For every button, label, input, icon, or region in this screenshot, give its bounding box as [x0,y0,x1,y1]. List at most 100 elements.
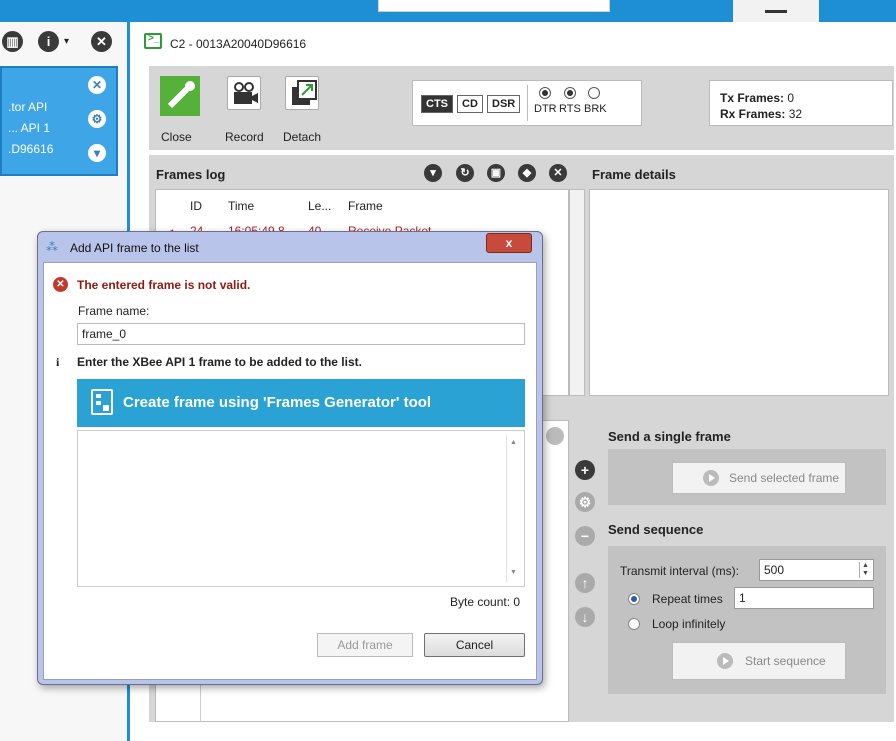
add-frame-icon[interactable]: + [575,460,595,480]
app-icon: ⁂ [46,240,58,254]
serial-signals-panel: CTS CD DSR DTR RTS BRK [412,80,642,126]
frame-name-label: Frame name: [78,304,150,318]
rx-frames-value: 32 [788,107,803,121]
frames-generator-button[interactable]: Create frame using 'Frames Generator' to… [77,379,525,427]
remove-frame-icon[interactable]: − [575,526,595,546]
column-header-length[interactable]: Le... [308,199,331,213]
start-sequence-label: Start sequence [745,654,826,668]
disconnect-device-icon[interactable]: ✕ [88,76,106,94]
chevron-down-icon[interactable]: ▾ [64,36,69,47]
info-icon: i [56,355,60,369]
error-icon: ✕ [53,277,68,292]
tx-frames-label: Tx Frames: [720,91,785,105]
start-sequence-button[interactable]: Start sequence [672,642,846,680]
send-sequence-panel: Transmit interval (ms): 500 ▲ ▼ Repeat ti… [608,546,886,694]
filter-icon[interactable]: ▾ [424,164,442,182]
close-icon[interactable]: x [486,233,532,253]
byte-count: Byte count: 0 [450,595,521,609]
plug-icon [167,81,195,109]
brk-toggle[interactable] [588,87,600,99]
repeat-times-radio[interactable] [628,593,640,605]
tx-frames-value: 0 [787,91,795,105]
repeat-times-label: Repeat times [652,592,723,606]
close-label: Close [161,130,192,144]
cancel-button[interactable]: Cancel [424,633,525,657]
refresh-icon[interactable]: ↻ [456,164,474,182]
column-header-frame[interactable]: Frame [348,199,383,213]
dsr-indicator: DSR [487,95,521,113]
info-icon[interactable]: i [38,31,59,52]
console-title: C2 - 0013A20040D96616 [170,37,307,51]
cts-indicator: CTS [421,95,453,113]
cd-indicator: CD [457,95,483,113]
move-up-icon[interactable]: ↑ [575,573,595,593]
brk-label: BRK [584,103,607,115]
move-down-icon[interactable]: ↓ [575,607,595,627]
clear-log-icon[interactable]: ✕ [549,164,567,182]
save-icon[interactable]: ▣ [487,164,505,182]
rts-toggle[interactable] [564,87,576,99]
scroll-up-icon[interactable]: ▲ [510,439,517,446]
console-icon: >_ [144,33,162,49]
send-selected-frame-label: Send selected frame [729,471,840,485]
edit-frame-icon[interactable]: ⚙ [575,492,595,512]
scroll-down-icon[interactable]: ▼ [510,569,517,576]
repeat-times-value: 1 [739,591,746,605]
column-header-id[interactable]: ID [190,199,202,213]
device-settings-icon[interactable]: ⚙ [88,110,106,128]
lock-icon[interactable]: ◆ [518,164,536,182]
add-frame-button[interactable]: Add frame [317,633,413,657]
transmit-interval-input[interactable]: 500 ▲ ▼ [759,559,874,581]
header-active-tab[interactable] [733,0,819,22]
frame-counters: Tx Frames: 0 Rx Frames: 32 [709,80,893,126]
remove-device-icon[interactable]: ✕ [91,31,112,52]
add-api-frame-dialog: ⁂ Add API frame to the list x ✕ The ente… [37,231,543,685]
send-single-frame-title: Send a single frame [608,429,731,444]
active-tab-indicator [765,10,787,13]
column-header-time[interactable]: Time [228,199,254,213]
dtr-toggle[interactable] [539,87,551,99]
dialog-title: Add API frame to the list [70,241,199,255]
frames-log-scrollbar[interactable] [569,189,585,396]
record-button[interactable] [227,76,261,110]
frame-details-title: Frame details [592,167,676,182]
frames-generator-icon [91,389,113,415]
loop-infinitely-radio[interactable] [628,618,640,630]
device-address: .D96616 [8,142,54,156]
rts-label: RTS [559,103,581,115]
device-api-mode: ... API 1 [8,121,51,135]
clear-list-icon[interactable] [546,427,564,445]
send-selected-frame-button[interactable]: Send selected frame [672,462,846,494]
send-sequence-title: Send sequence [608,522,704,537]
frame-textarea-scrollbar[interactable]: ▲ ▼ [506,435,520,582]
transmit-interval-label: Transmit interval (ms): [620,564,739,578]
error-message: The entered frame is not valid. [77,278,251,292]
dialog-titlebar[interactable]: ⁂ Add API frame to the list x [38,232,542,262]
rx-frames-label: Rx Frames: [720,107,786,121]
device-protocol: .tor API [8,100,48,114]
interval-spinner[interactable]: ▲ ▼ [859,562,871,578]
detach-button[interactable] [285,76,319,110]
repeat-times-input[interactable]: 1 [734,587,874,609]
device-details-icon[interactable]: ▾ [88,144,106,162]
detach-window-icon [292,80,317,105]
close-connection-button[interactable] [160,76,200,116]
header-search-field[interactable] [378,0,610,12]
play-icon [717,653,733,669]
frame-name-input[interactable]: frame_0 [77,323,525,345]
signals-divider [527,85,528,121]
video-camera-icon [234,82,258,104]
frame-bytes-textarea[interactable]: ▲ ▼ [77,430,525,587]
top-header-bar [0,0,896,22]
frames-generator-label: Create frame using 'Frames Generator' to… [123,394,432,411]
book-icon[interactable]: ▥ [2,31,23,52]
device-card[interactable]: .tor API ... API 1 .D96616 ✕ ⚙ ▾ [0,66,118,176]
dialog-body: ✕ The entered frame is not valid. Frame … [43,262,537,680]
frame-instructions: Enter the XBee API 1 frame to be added t… [77,355,362,369]
transmit-interval-value: 500 [764,563,785,577]
loop-infinitely-label: Loop infinitely [652,617,726,631]
console-toolbar: Close Record Detach CTS CD DSR DTR RTS B… [149,66,894,150]
frame-name-value: frame_0 [82,327,127,341]
frame-details-panel [589,189,889,396]
play-icon [703,470,719,486]
